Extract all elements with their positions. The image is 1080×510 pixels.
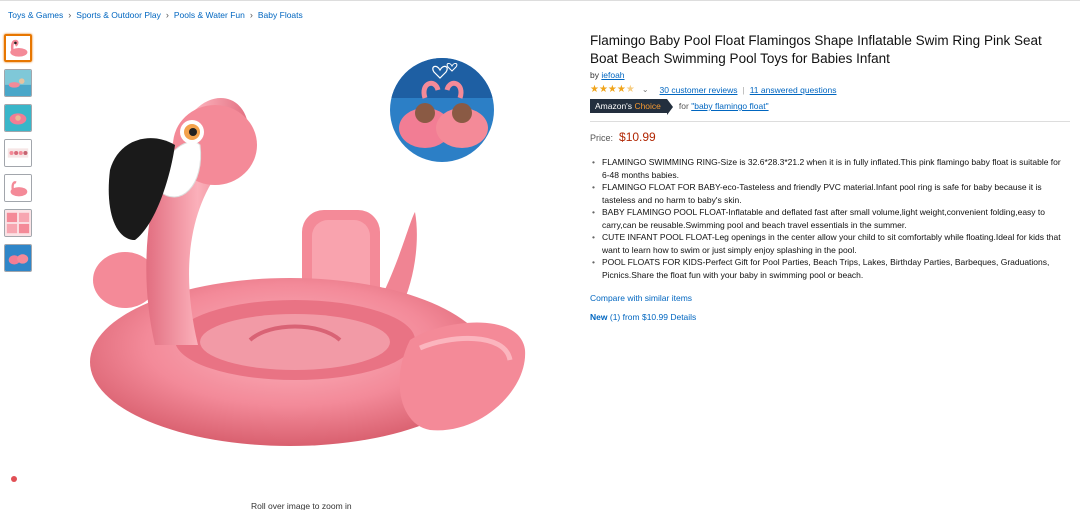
by-label: by [590, 70, 599, 80]
zoom-hint: Roll over image to zoom in [251, 501, 352, 510]
thumbnail-2[interactable] [4, 69, 32, 97]
thumbnail-6[interactable] [4, 209, 32, 237]
answered-questions-link[interactable]: 11 answered questions [750, 85, 837, 95]
thumbnail-5[interactable] [4, 174, 32, 202]
new-offers-link[interactable]: New (1) from $10.99 Details [590, 312, 1070, 322]
feature-bullet: CUTE INFANT POOL FLOAT-Leg openings in t… [592, 231, 1070, 256]
thumbnail-7[interactable] [4, 244, 32, 272]
chevron-down-icon[interactable]: ⌄ [642, 85, 649, 94]
amazons-choice-row: Amazon's Choice for "baby flamingo float… [590, 99, 1070, 115]
feature-bullets: FLAMINGO SWIMMING RING-Size is 32.6*28.3… [590, 156, 1070, 281]
breadcrumb-toys-games[interactable]: Toys & Games [8, 10, 63, 20]
separator: | [742, 84, 745, 95]
thumbnail-4[interactable] [4, 139, 32, 167]
top-border [0, 0, 1080, 4]
feature-bullet: POOL FLOATS FOR KIDS-Perfect Gift for Po… [592, 256, 1070, 281]
brand-link[interactable]: iefoah [601, 70, 624, 80]
price-label: Price: [590, 133, 614, 143]
breadcrumb-sports-outdoor[interactable]: Sports & Outdoor Play [76, 10, 161, 20]
price-value: $10.99 [619, 130, 656, 144]
breadcrumb-separator: › [68, 10, 72, 20]
breadcrumb: Toys & Games › Sports & Outdoor Play › P… [8, 10, 303, 20]
product-title: Flamingo Baby Pool Float Flamingos Shape… [590, 33, 1042, 66]
amazons-choice-badge: Amazon's Choice [590, 99, 673, 115]
brand-byline: by iefoah [590, 70, 1070, 80]
feature-bullet: FLAMINGO FLOAT FOR BABY-eco-Tasteless an… [592, 181, 1070, 206]
star-rating-icon[interactable]: ★★★★★ [590, 84, 635, 95]
feature-bullet: FLAMINGO SWIMMING RING-Size is 32.6*28.3… [592, 156, 1070, 181]
thumbnail-1[interactable] [4, 34, 32, 62]
product-info: Flamingo Baby Pool Float Flamingos Shape… [590, 32, 1070, 322]
lifestyle-badge-image [390, 58, 494, 162]
price-row: Price: $10.99 [590, 130, 1070, 144]
choice-for-text: for "baby flamingo float" [678, 101, 769, 111]
feature-bullet: BABY FLAMINGO POOL FLOAT-Inflatable and … [592, 206, 1070, 231]
breadcrumb-baby-floats[interactable]: Baby Floats [258, 10, 303, 20]
breadcrumb-separator: › [165, 10, 169, 20]
thumbnail-strip [4, 34, 34, 279]
new-offers-text: (1) from $10.99 Details [609, 312, 697, 322]
customer-reviews-link[interactable]: 30 customer reviews [660, 85, 738, 95]
rating-row: ★★★★★ ⌄ 30 customer reviews | 11 answere… [590, 84, 1070, 95]
new-label: New [590, 312, 608, 322]
divider [590, 121, 1070, 122]
compare-similar-link[interactable]: Compare with similar items [590, 293, 1070, 303]
choice-query-link[interactable]: "baby flamingo float" [691, 101, 768, 111]
thumbnail-3[interactable] [4, 104, 32, 132]
side-indicator-dot [11, 476, 17, 482]
breadcrumb-separator: › [249, 10, 253, 20]
breadcrumb-pools-water[interactable]: Pools & Water Fun [174, 10, 245, 20]
